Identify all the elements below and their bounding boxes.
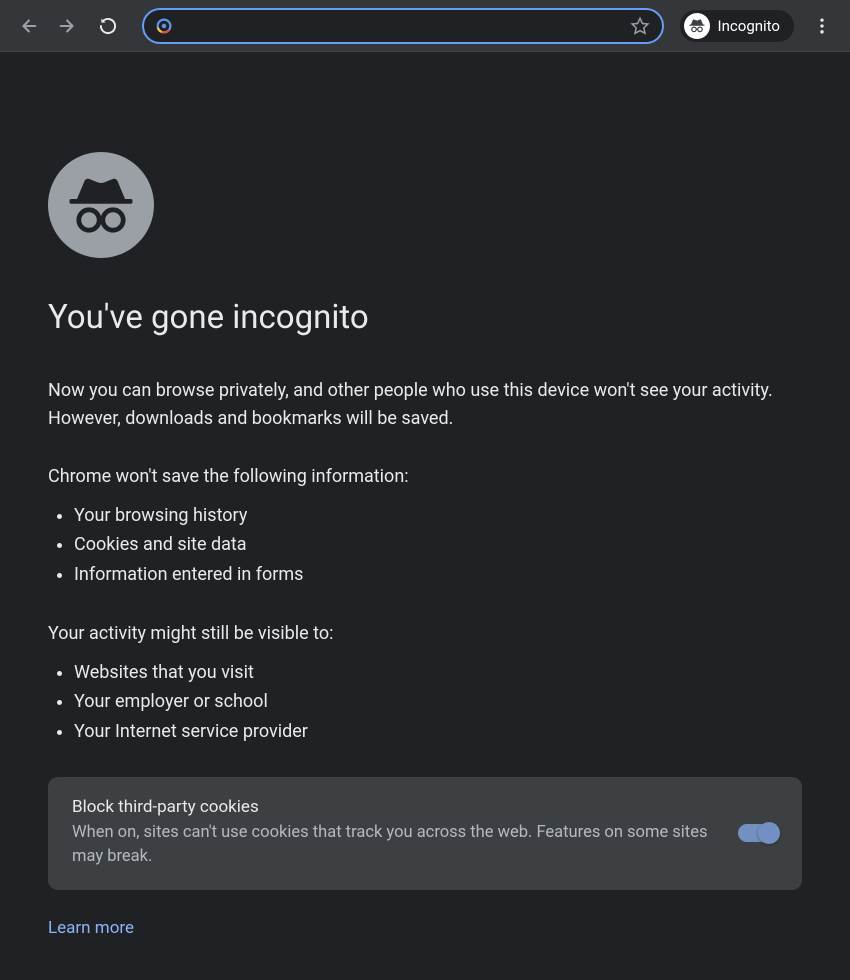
intro-text: Now you can browse privately, and other …: [48, 377, 802, 433]
incognito-icon: [65, 169, 137, 241]
learn-more-link[interactable]: Learn more: [48, 918, 802, 938]
cookie-card: Block third-party cookies When on, sites…: [48, 777, 802, 891]
back-button[interactable]: [10, 8, 46, 44]
visible-label: Your activity might still be visible to:: [48, 620, 802, 648]
browser-toolbar: Incognito: [0, 0, 850, 52]
wont-save-label: Chrome won't save the following informat…: [48, 463, 802, 491]
more-vert-icon: [812, 16, 832, 36]
incognito-label: Incognito: [718, 17, 780, 35]
arrow-right-icon: [57, 15, 79, 37]
cookie-card-title: Block third-party cookies: [72, 797, 714, 817]
list-item: Your browsing history: [74, 501, 802, 531]
incognito-icon: [688, 17, 706, 35]
bookmark-button[interactable]: [626, 12, 654, 40]
page-title: You've gone incognito: [48, 298, 802, 337]
arrow-left-icon: [17, 15, 39, 37]
forward-button[interactable]: [50, 8, 86, 44]
list-item: Cookies and site data: [74, 530, 802, 560]
browser-menu-button[interactable]: [804, 8, 840, 44]
list-item: Information entered in forms: [74, 560, 802, 590]
address-bar[interactable]: [142, 8, 664, 44]
list-item: Your Internet service provider: [74, 717, 802, 747]
star-icon: [630, 16, 650, 36]
page-content: You've gone incognito Now you can browse…: [0, 52, 850, 978]
visible-list: Websites that you visit Your employer or…: [48, 658, 802, 747]
search-engine-icon: [154, 16, 174, 36]
wont-save-list: Your browsing history Cookies and site d…: [48, 501, 802, 590]
incognito-hero-icon: [48, 152, 154, 258]
url-input[interactable]: [182, 17, 626, 34]
incognito-chip-icon: [684, 13, 710, 39]
cookie-card-desc: When on, sites can't use cookies that tr…: [72, 821, 714, 871]
cookie-toggle[interactable]: [738, 824, 778, 842]
list-item: Your employer or school: [74, 687, 802, 717]
reload-icon: [98, 16, 118, 36]
list-item: Websites that you visit: [74, 658, 802, 688]
reload-button[interactable]: [90, 8, 126, 44]
incognito-indicator[interactable]: Incognito: [680, 10, 794, 42]
